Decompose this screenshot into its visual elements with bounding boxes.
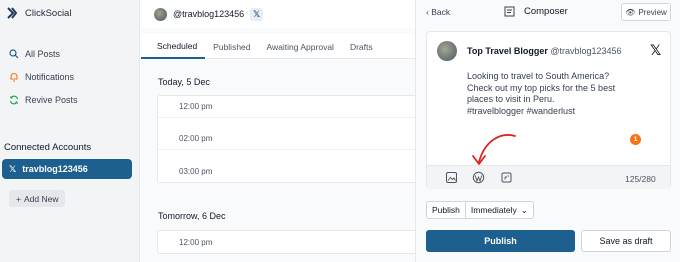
wordpress-icon — [472, 171, 485, 184]
add-new-button[interactable]: + Add New — [9, 190, 66, 207]
post-author-name: Top Travel Blogger — [467, 46, 548, 56]
slot-group-today: 12:00 pm 02:00 pm 03:00 pm — [157, 95, 417, 183]
refresh-icon — [9, 95, 19, 105]
time-slot[interactable]: 12:00 pm — [158, 231, 416, 253]
search-icon — [9, 49, 19, 59]
composer-title-text: Composer — [524, 5, 568, 17]
post-tabs: Scheduled Published Awaiting Approval Dr… — [141, 34, 415, 59]
x-icon: 𝕏 — [250, 7, 264, 21]
gif-button[interactable] — [500, 171, 513, 184]
x-icon: 𝕏 — [9, 163, 17, 174]
preview-button[interactable]: 👁 Preview — [621, 3, 671, 21]
tab-published[interactable]: Published — [205, 34, 258, 59]
bell-icon — [10, 73, 18, 82]
tab-scheduled[interactable]: Scheduled — [141, 34, 206, 59]
brand[interactable]: ClickSocial — [6, 6, 71, 20]
publish-button[interactable]: Publish — [426, 230, 575, 252]
day-header-today: Today, 5 Dec — [158, 77, 210, 87]
sidebar-item-label: All Posts — [25, 49, 61, 59]
eye-icon: 👁 — [625, 7, 636, 17]
clicksocial-logo-icon — [7, 7, 18, 19]
post-line: Check out my top picks for the 5 best — [467, 82, 616, 93]
publish-timing: Publish Immediately ⌄ — [426, 201, 534, 219]
post-author: Top Travel Blogger @travblog123456 — [467, 46, 622, 56]
publish-timing-select[interactable]: Immediately ⌄ — [466, 202, 533, 218]
sidebar-item-notifications[interactable]: Notifications — [9, 72, 74, 82]
account-travblog123456[interactable]: 𝕏 travblog123456 — [2, 159, 132, 179]
gif-icon — [501, 172, 512, 183]
time-slot[interactable]: 12:00 pm — [158, 96, 416, 118]
plus-icon: + — [16, 193, 21, 204]
post-line: #travelblogger #wanderlust — [467, 105, 576, 116]
post-line: places to visit in Peru. — [467, 94, 555, 104]
composer-toolbar: 125/280 — [427, 165, 670, 189]
add-new-label: Add New — [23, 193, 59, 204]
post-text[interactable]: Looking to travel to South America? Chec… — [467, 71, 637, 117]
publish-timing-value: Immediately — [470, 205, 517, 215]
character-count: 125/280 — [625, 174, 656, 184]
sidebar-item-all-posts[interactable]: All Posts — [9, 49, 60, 59]
chevron-down-icon: ⌄ — [520, 204, 528, 215]
x-icon: 𝕏 — [650, 42, 662, 58]
time-slot[interactable]: 02:00 pm — [158, 128, 416, 150]
sidebar-item-label: Revive Posts — [25, 95, 78, 105]
time-slot[interactable]: 03:00 pm — [158, 160, 416, 182]
tab-drafts[interactable]: Drafts — [342, 34, 381, 59]
account-handle: @travblog123456 — [173, 9, 245, 19]
sidebar-item-label: Notifications — [25, 72, 75, 82]
tab-awaiting-approval[interactable]: Awaiting Approval — [259, 34, 342, 59]
save-draft-button[interactable]: Save as draft — [581, 230, 671, 252]
back-button[interactable]: ‹ Back — [426, 7, 450, 17]
publish-label: Publish — [427, 202, 466, 218]
wordpress-button[interactable] — [472, 171, 485, 184]
composer-panel: ‹ Back Composer 👁 Preview Top Travel Blo… — [415, 0, 680, 262]
back-label: Back — [431, 7, 451, 17]
account-name: travblog123456 — [22, 164, 88, 174]
notification-badge[interactable]: 1 — [630, 134, 641, 145]
avatar — [154, 7, 167, 21]
app-name: ClickSocial — [25, 7, 72, 19]
image-icon — [446, 172, 457, 183]
post-author-handle: @travblog123456 — [550, 46, 622, 56]
compose-icon — [504, 6, 515, 17]
annotation-arrow-icon — [472, 134, 516, 165]
sidebar-item-revive-posts[interactable]: Revive Posts — [9, 95, 78, 105]
day-header-tomorrow: Tomorrow, 6 Dec — [158, 211, 226, 221]
image-upload-button[interactable] — [445, 171, 458, 184]
avatar — [437, 41, 457, 61]
composer-title: Composer — [504, 5, 568, 17]
account-header: @travblog123456 𝕏 — [141, 0, 415, 28]
post-card: Top Travel Blogger @travblog123456 𝕏 Loo… — [426, 31, 671, 189]
slot-group-tomorrow: 12:00 pm — [157, 230, 417, 254]
main-panel: @travblog123456 𝕏 Scheduled Published Aw… — [141, 0, 417, 262]
sidebar: ClickSocial All Posts Notifications Revi… — [0, 0, 140, 262]
post-line: Looking to travel to South America? — [467, 71, 610, 81]
connected-accounts-heading: Connected Accounts — [4, 142, 92, 153]
preview-label: Preview — [638, 7, 667, 17]
